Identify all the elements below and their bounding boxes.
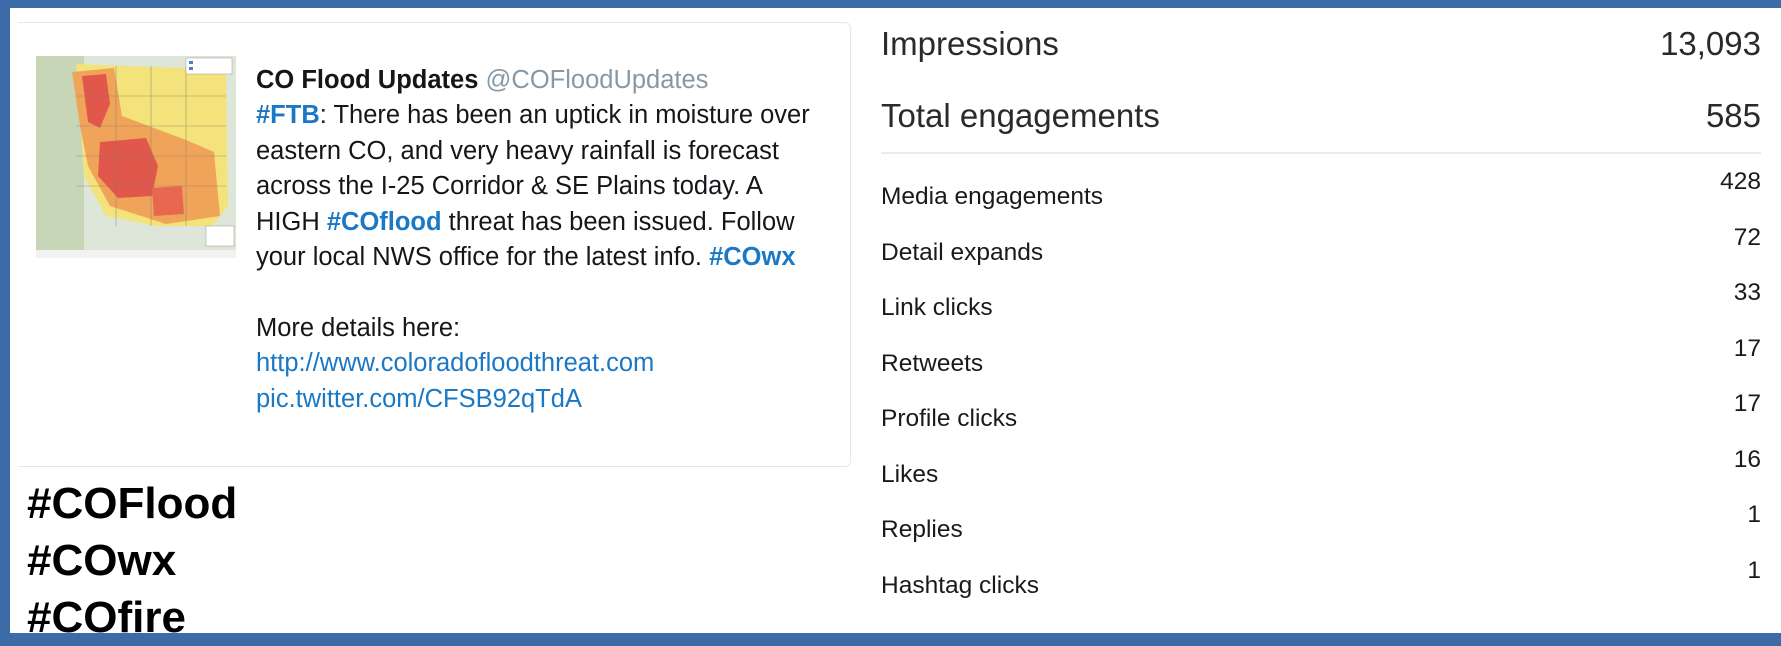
- metric-label: Profile clicks: [881, 405, 1018, 432]
- hashtag-list: #COFlood #COwx #COfire: [27, 475, 237, 646]
- metric-row-hashtag-clicks: Hashtag clicks 1: [881, 557, 1761, 613]
- metric-row-profile-clicks: Profile clicks 17: [881, 390, 1761, 446]
- metric-value: 17: [1733, 390, 1761, 417]
- metric-row-media-engagements: Media engagements 428: [881, 168, 1761, 224]
- impressions-row: Impressions 13,093: [881, 16, 1761, 78]
- metric-row-link-clicks: Link clicks 33: [881, 279, 1761, 335]
- flood-threat-map-image[interactable]: [36, 56, 236, 258]
- hashtag-ftb[interactable]: #FTB: [256, 101, 320, 129]
- total-engagements-value: 585: [1705, 97, 1761, 134]
- impressions-label: Impressions: [881, 25, 1059, 62]
- hashtag-cowx-large: #COwx: [27, 536, 177, 585]
- display-name[interactable]: CO Flood Updates: [256, 66, 478, 94]
- content-panel: CO Flood Updates @COFloodUpdates #FTB: T…: [10, 8, 1781, 642]
- divider: [881, 152, 1761, 154]
- metric-value: 1: [1747, 501, 1761, 528]
- metric-label: Replies: [881, 516, 963, 543]
- total-engagements-row: Total engagements 585: [881, 82, 1761, 150]
- metric-label: Media engagements: [881, 183, 1104, 210]
- website-link[interactable]: http://www.coloradofloodthreat.com: [256, 346, 816, 382]
- metric-label: Retweets: [881, 349, 984, 377]
- impressions-value: 13,093: [1660, 25, 1761, 62]
- metric-label: Link clicks: [881, 294, 993, 321]
- tweet-analytics: Impressions 13,093 Total engagements 585…: [881, 16, 1761, 612]
- metric-label: Likes: [881, 460, 939, 488]
- picture-link[interactable]: pic.twitter.com/CFSB92qTdA: [256, 382, 816, 418]
- metric-label: Hashtag clicks: [881, 571, 1039, 599]
- tweet-header: CO Flood Updates @COFloodUpdates: [256, 63, 816, 97]
- tweet-card[interactable]: CO Flood Updates @COFloodUpdates #FTB: T…: [18, 22, 851, 467]
- metric-value: 1: [1747, 556, 1761, 584]
- hashtag-cowx[interactable]: #COwx: [709, 243, 795, 271]
- tweet-text: #FTB: There has been an uptick in moistu…: [256, 98, 816, 276]
- metric-row-retweets: Retweets 17: [881, 335, 1761, 391]
- metric-value: 72: [1733, 223, 1761, 251]
- user-handle[interactable]: @COFloodUpdates: [486, 66, 709, 94]
- metric-value: 16: [1733, 445, 1761, 473]
- metric-row-detail-expands: Detail expands 72: [881, 224, 1761, 280]
- details-block: More details here: http://www.coloradofl…: [256, 311, 816, 418]
- total-engagements-label: Total engagements: [881, 97, 1160, 134]
- tweet-body: CO Flood Updates @COFloodUpdates #FTB: T…: [256, 63, 816, 417]
- hashtag-coflood-large: #COFlood: [27, 479, 238, 528]
- metric-row-likes: Likes 16: [881, 446, 1761, 502]
- metric-value: 428: [1720, 168, 1761, 195]
- metric-value: 33: [1733, 279, 1761, 306]
- hashtag-coflood[interactable]: #COflood: [327, 208, 442, 236]
- metric-label: Detail expands: [881, 238, 1044, 266]
- metric-row-replies: Replies 1: [881, 501, 1761, 557]
- hashtag-cofire-large: #COfire: [27, 593, 186, 642]
- details-label: More details here:: [256, 313, 461, 342]
- metric-value: 17: [1733, 334, 1761, 362]
